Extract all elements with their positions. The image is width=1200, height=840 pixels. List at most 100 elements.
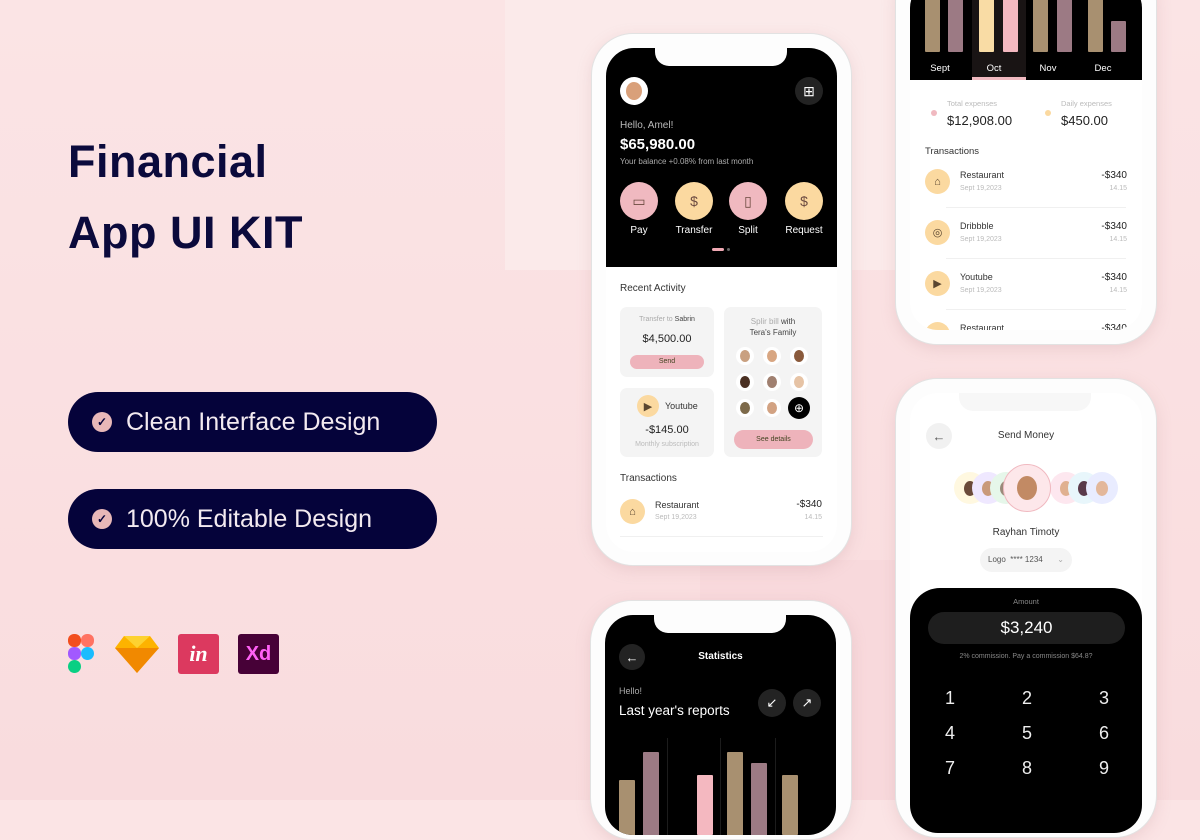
check-icon: ✓ bbox=[92, 509, 112, 529]
hero-title: Financial bbox=[68, 136, 268, 187]
key-5[interactable]: 5 bbox=[1012, 723, 1042, 744]
chart-bar bbox=[782, 775, 798, 835]
statistics-screen: ← Statistics Hello! Last year's reports … bbox=[605, 615, 836, 835]
transaction-row[interactable]: ⌂ Restaurant Sept 19,2023 -$340 14.15 bbox=[910, 169, 1142, 219]
member-avatar bbox=[736, 347, 754, 365]
transactions-title: Transactions bbox=[620, 473, 677, 484]
account-value: Logo **** 1234 bbox=[988, 555, 1043, 564]
action-pay[interactable]: ▭ Pay bbox=[620, 182, 658, 236]
avatar[interactable] bbox=[620, 77, 648, 105]
amount-label: Amount bbox=[1013, 597, 1039, 606]
restaurant-icon: ⌂ bbox=[925, 322, 950, 330]
keypad-panel: Amount $3,240 2% commission. Pay a commi… bbox=[910, 588, 1142, 833]
key-4[interactable]: 4 bbox=[935, 723, 965, 744]
action-transfer[interactable]: $ Transfer bbox=[675, 182, 713, 236]
expenses-screen: Sept Oct Nov Dec Total expenses $12,908.00 … bbox=[910, 0, 1142, 330]
transaction-date: Sept 19,2023 bbox=[960, 287, 1002, 294]
chart-bar bbox=[925, 0, 940, 52]
split-card: Splir bill with Tera's Family ⊕ See deta… bbox=[724, 307, 822, 457]
wallet-icon: ▭ bbox=[620, 182, 658, 220]
gridline bbox=[775, 738, 776, 835]
member-avatar bbox=[790, 373, 808, 391]
chart-bar bbox=[1088, 0, 1103, 52]
balance: $65,980.00 bbox=[620, 136, 696, 153]
subscription-amount: -$145.00 bbox=[645, 424, 689, 436]
month-label[interactable]: Sept bbox=[917, 63, 963, 74]
key-3[interactable]: 3 bbox=[1089, 688, 1119, 709]
hero-subtitle: App UI KIT bbox=[68, 207, 303, 258]
send-button[interactable]: Send bbox=[630, 355, 704, 369]
statistics-title: Statistics bbox=[698, 651, 743, 662]
split-icon: ▯ bbox=[729, 182, 767, 220]
selected-contact-avatar[interactable] bbox=[1003, 464, 1051, 512]
download-icon[interactable]: ↙ bbox=[758, 689, 786, 717]
transaction-row[interactable]: ⌂ Restaurant -$340 bbox=[910, 322, 1142, 330]
divider bbox=[946, 258, 1126, 259]
action-request[interactable]: $ Request bbox=[785, 182, 823, 236]
chart-bar bbox=[697, 775, 713, 835]
chart-bar bbox=[948, 0, 963, 52]
restaurant-icon: ⌂ bbox=[925, 169, 950, 194]
page-indicator-active bbox=[712, 248, 724, 251]
chart-bar bbox=[751, 763, 767, 835]
transfer-amount: $4,500.00 bbox=[642, 333, 692, 345]
invision-logo: in bbox=[178, 634, 219, 674]
member-avatar bbox=[736, 399, 754, 417]
member-avatar bbox=[736, 373, 754, 391]
request-icon: $ bbox=[785, 182, 823, 220]
action-label: Pay bbox=[630, 225, 648, 236]
key-1[interactable]: 1 bbox=[935, 688, 965, 709]
action-label: Request bbox=[785, 225, 823, 236]
transaction-time: 14.15 bbox=[804, 514, 822, 521]
amount-input[interactable]: $3,240 bbox=[928, 612, 1125, 644]
action-split[interactable]: ▯ Split bbox=[729, 182, 767, 236]
transaction-name: Dribbble bbox=[960, 221, 994, 231]
transaction-row[interactable]: ▶ Youtube Sept 19,2023 -$340 14.15 bbox=[910, 271, 1142, 321]
divider bbox=[946, 309, 1126, 310]
feature-label: 100% Editable Design bbox=[126, 504, 372, 533]
key-2[interactable]: 2 bbox=[1012, 688, 1042, 709]
contact-avatar[interactable] bbox=[1086, 472, 1118, 504]
figma-logo bbox=[66, 634, 96, 674]
transaction-row[interactable]: ◎ Dribbble Sept 19,2023 -$340 14.15 bbox=[910, 220, 1142, 270]
selected-month-indicator bbox=[972, 77, 1026, 80]
transaction-name: Restaurant bbox=[655, 500, 700, 510]
recent-activity-title: Recent Activity bbox=[620, 283, 686, 294]
account-dropdown[interactable]: Logo **** 1234 ⌄ bbox=[980, 548, 1072, 572]
youtube-icon: ▶ bbox=[925, 271, 950, 296]
transactions-title: Transactions bbox=[925, 146, 980, 157]
key-7[interactable]: 7 bbox=[935, 758, 965, 779]
feature-pill: ✓ 100% Editable Design bbox=[68, 489, 437, 549]
total-dot bbox=[931, 110, 937, 116]
transfer-name: Sabrin bbox=[674, 316, 695, 323]
transfer-icon: $ bbox=[675, 182, 713, 220]
month-label[interactable]: Dec bbox=[1080, 63, 1126, 74]
key-6[interactable]: 6 bbox=[1089, 723, 1119, 744]
transfer-card: Transfer to Sabrin $4,500.00 Send bbox=[620, 307, 714, 377]
notch bbox=[959, 393, 1091, 411]
member-avatar bbox=[790, 347, 808, 365]
send-title: Send Money bbox=[997, 430, 1055, 441]
month-label[interactable]: Oct bbox=[971, 63, 1017, 74]
chart-bar bbox=[1057, 0, 1072, 52]
action-label: Transfer bbox=[675, 225, 713, 236]
month-label[interactable]: Nov bbox=[1025, 63, 1071, 74]
transaction-row[interactable]: ⌂ Restaurant Sept 19,2023 -$340 14.15 bbox=[606, 496, 837, 530]
key-8[interactable]: 8 bbox=[1012, 758, 1042, 779]
restaurant-icon: ⌂ bbox=[620, 499, 645, 524]
upload-icon[interactable]: ↗ bbox=[793, 689, 821, 717]
gridline bbox=[720, 738, 721, 835]
member-avatar bbox=[763, 347, 781, 365]
xd-logo: Xd bbox=[238, 634, 279, 674]
notch bbox=[654, 615, 786, 633]
chart-bar bbox=[619, 780, 635, 835]
subscription-card: ▶ Youtube -$145.00 Monthly subscription bbox=[620, 388, 714, 457]
stats-greeting: Hello! bbox=[619, 686, 643, 696]
divider bbox=[620, 536, 823, 537]
key-9[interactable]: 9 bbox=[1089, 758, 1119, 779]
check-icon: ✓ bbox=[92, 412, 112, 432]
grid-icon[interactable]: ⊞ bbox=[795, 77, 823, 105]
chart-bar bbox=[979, 0, 994, 52]
see-details-button[interactable]: See details bbox=[734, 430, 813, 449]
add-member-icon[interactable]: ⊕ bbox=[788, 397, 810, 419]
